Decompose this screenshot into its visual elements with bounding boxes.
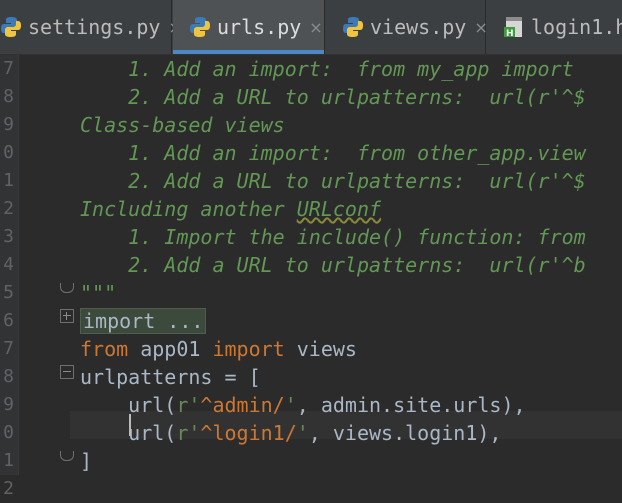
code-line[interactable]: ] — [80, 447, 92, 475]
gutter-divider — [18, 55, 19, 475]
python-icon — [190, 17, 210, 37]
code-token: app01 — [128, 337, 213, 361]
editor-tab-bar: settings.py × urls.py × views.py × H log… — [0, 0, 622, 55]
code-line[interactable]: 1. Add an import: from other_app.view — [80, 139, 586, 167]
code-token: views — [284, 337, 357, 361]
fold-end-icon[interactable] — [60, 451, 74, 461]
code-line[interactable]: """ — [80, 279, 116, 307]
code-line[interactable]: 2. Add a URL to urlpatterns: url(r'^$ — [80, 83, 586, 111]
string-token: r' — [176, 421, 201, 445]
string-token: ' — [284, 393, 297, 417]
python-icon — [1, 17, 21, 37]
line-number: 0 — [3, 422, 14, 443]
code-line[interactable]: 2. Add a URL to urlpatterns: url(r'^$ — [80, 167, 586, 195]
active-tab-indicator — [173, 50, 324, 54]
code-token: , admin.site.urls), — [296, 393, 526, 417]
string-token: r' — [176, 393, 201, 417]
python-icon — [343, 17, 363, 37]
tab-label: settings.py — [28, 15, 161, 39]
line-number: 3 — [3, 226, 14, 247]
line-number: 6 — [3, 310, 14, 331]
code-token: , views.login1), — [308, 421, 502, 445]
close-icon[interactable]: × — [474, 18, 487, 37]
fold-collapse-icon[interactable] — [60, 365, 74, 379]
code-line[interactable]: urlpatterns = [ — [80, 363, 261, 391]
keyword-token: import — [212, 337, 285, 361]
string-token: ' — [296, 421, 309, 445]
keyword-token: from — [80, 337, 129, 361]
tab-views-py[interactable]: views.py × — [326, 0, 488, 54]
code-line[interactable]: from app01 import views — [80, 335, 357, 363]
tab-label: urls.py — [217, 15, 302, 39]
code-token: Including another — [80, 197, 297, 221]
line-number: 2 — [3, 198, 14, 219]
tab-urls-py[interactable]: urls.py × — [173, 0, 325, 54]
tab-login1-html[interactable]: H login1.ht — [487, 0, 622, 54]
line-number: 4 — [3, 254, 14, 275]
code-line-current[interactable]: url(r'^login1/', views.login1), — [80, 419, 501, 447]
line-number-gutter: 7 8 9 0 1 2 3 4 5 6 7 8 9 0 1 2 — [0, 55, 18, 499]
svg-text:H: H — [506, 29, 514, 38]
line-number: 7 — [3, 58, 14, 79]
line-number: 1 — [3, 450, 14, 471]
fold-end-icon[interactable] — [60, 283, 74, 293]
regex-token: ^admin/ — [200, 393, 285, 417]
code-line[interactable]: Class-based views — [80, 111, 285, 139]
html-icon: H — [504, 17, 522, 38]
fold-expand-icon[interactable] — [60, 309, 74, 323]
line-number: 9 — [3, 114, 14, 135]
code-line[interactable]: 1. Add an import: from my_app import — [80, 55, 574, 83]
text-caret — [129, 414, 131, 436]
regex-token: ^login1/ — [200, 421, 297, 445]
line-number: 0 — [3, 142, 14, 163]
spellcheck-token: URLconf — [296, 197, 382, 221]
code-line[interactable]: import ... — [80, 307, 207, 335]
tab-settings-py[interactable]: settings.py × — [0, 0, 182, 54]
tab-label: views.py — [370, 15, 467, 39]
line-number: 5 — [3, 282, 14, 303]
line-number: 1 — [3, 170, 14, 191]
line-number: 8 — [3, 86, 14, 107]
line-number: 8 — [3, 366, 14, 387]
code-line[interactable]: Including another URLconf — [80, 195, 381, 223]
tab-label: login1.ht — [531, 15, 622, 39]
line-number: 9 — [3, 394, 14, 415]
code-line[interactable]: 1. Import the include() function: from — [80, 223, 586, 251]
line-number: 7 — [3, 338, 14, 359]
line-number: 2 — [3, 478, 14, 499]
folded-imports[interactable]: import ... — [80, 308, 207, 334]
code-line[interactable]: url(r'^admin/', admin.site.urls), — [80, 391, 526, 419]
close-icon[interactable]: × — [309, 18, 322, 37]
code-line[interactable]: 2. Add a URL to urlpatterns: url(r'^b — [80, 251, 586, 279]
